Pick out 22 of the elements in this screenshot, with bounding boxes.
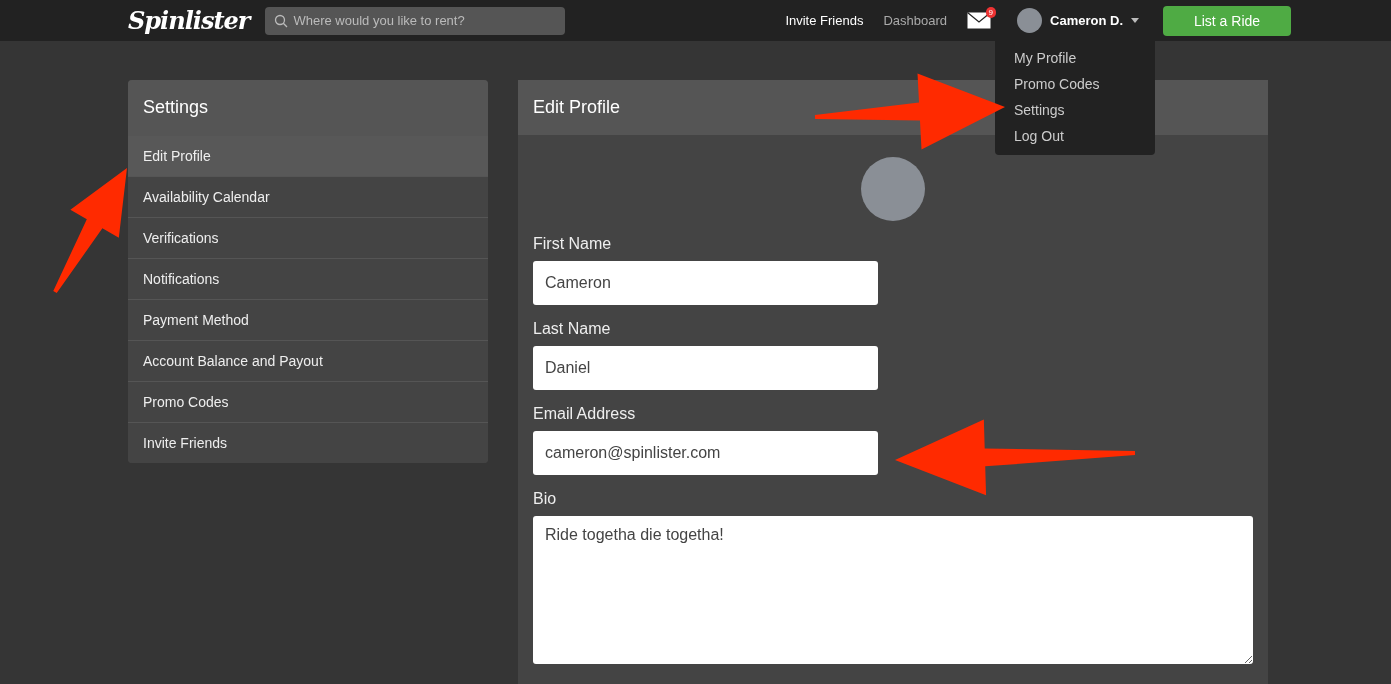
avatar-icon <box>1017 8 1043 33</box>
caret-icon <box>1131 18 1139 23</box>
menu-item[interactable]: My Profile <box>995 45 1155 71</box>
sidebar-item[interactable]: Edit Profile <box>128 135 488 176</box>
input-field[interactable]: cameron@spinlister.com <box>533 431 878 475</box>
field-label: Last Name <box>533 320 612 338</box>
logo[interactable]: Spinlister <box>128 6 250 35</box>
nav-link[interactable]: Invite Friends <box>785 13 864 28</box>
input-field[interactable]: Cameron <box>533 261 878 305</box>
field-label: Bio <box>533 490 558 508</box>
menu-item[interactable]: Settings <box>995 97 1155 123</box>
field-label: First Name <box>533 235 613 253</box>
nav-link[interactable]: Dashboard <box>883 13 948 28</box>
user-menu-button[interactable]: Cameron D. <box>1011 7 1145 34</box>
field-label: Email Address <box>533 405 637 423</box>
notification-badge: 9 <box>985 7 997 18</box>
search-icon <box>274 13 289 28</box>
panel-title: Settings <box>128 80 488 135</box>
input-field[interactable]: Daniel <box>533 346 878 390</box>
bio-field[interactable]: Ride togetha die togetha! <box>533 516 1253 664</box>
search-field[interactable]: Where would you like to rent? <box>265 6 566 35</box>
envelope-icon[interactable] <box>967 12 992 29</box>
